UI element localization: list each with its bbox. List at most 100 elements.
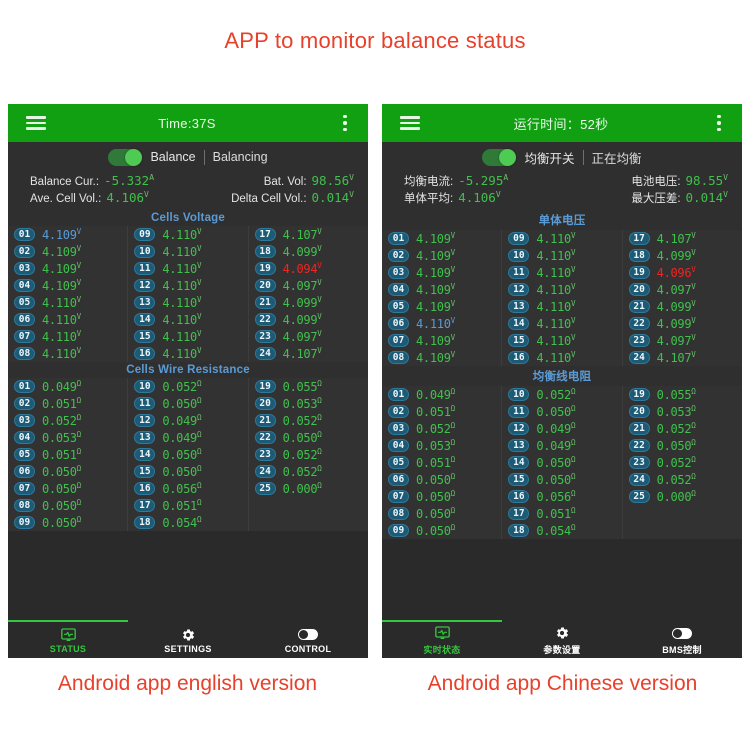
table-row[interactable]: 22 4.099V bbox=[623, 315, 742, 332]
table-row[interactable]: 09 0.050Ω bbox=[8, 514, 127, 531]
table-row[interactable]: 20 0.053Ω bbox=[249, 395, 368, 412]
table-row[interactable]: 15 4.110V bbox=[502, 332, 621, 349]
table-row[interactable]: 02 0.051Ω bbox=[382, 403, 501, 420]
table-row[interactable]: 16 0.056Ω bbox=[502, 488, 621, 505]
table-row[interactable]: 11 0.050Ω bbox=[128, 395, 247, 412]
table-row[interactable]: 01 4.109V bbox=[8, 226, 127, 243]
table-row[interactable]: 21 4.099V bbox=[249, 294, 368, 311]
table-row[interactable]: 14 4.110V bbox=[128, 311, 247, 328]
table-row[interactable]: 06 4.110V bbox=[382, 315, 501, 332]
table-row[interactable]: 03 4.109V bbox=[8, 260, 127, 277]
table-row[interactable]: 22 0.050Ω bbox=[623, 437, 742, 454]
table-row[interactable]: 21 0.052Ω bbox=[623, 420, 742, 437]
table-row[interactable]: 24 4.107V bbox=[249, 345, 368, 362]
table-row[interactable]: 18 0.054Ω bbox=[128, 514, 247, 531]
table-row[interactable]: 23 4.097V bbox=[623, 332, 742, 349]
table-row[interactable]: 17 4.107V bbox=[623, 230, 742, 247]
table-row[interactable]: 13 4.110V bbox=[128, 294, 247, 311]
table-row[interactable]: 18 4.099V bbox=[623, 247, 742, 264]
table-row[interactable]: 17 4.107V bbox=[249, 226, 368, 243]
table-row[interactable]: 20 0.053Ω bbox=[623, 403, 742, 420]
table-row[interactable]: 03 0.052Ω bbox=[8, 412, 127, 429]
table-row[interactable]: 03 4.109V bbox=[382, 264, 501, 281]
table-row[interactable]: 10 0.052Ω bbox=[502, 386, 621, 403]
table-row[interactable]: 04 0.053Ω bbox=[382, 437, 501, 454]
hamburger-icon[interactable] bbox=[390, 116, 430, 130]
table-row[interactable]: 23 0.052Ω bbox=[623, 454, 742, 471]
table-row[interactable]: 20 4.097V bbox=[249, 277, 368, 294]
table-row[interactable]: 06 0.050Ω bbox=[382, 471, 501, 488]
table-row[interactable]: 08 0.050Ω bbox=[382, 505, 501, 522]
nav-item-1[interactable]: 实时状态 bbox=[382, 622, 502, 658]
table-row[interactable]: 11 0.050Ω bbox=[502, 403, 621, 420]
nav-item-2[interactable]: 参数设置 bbox=[502, 622, 622, 658]
nav-item-1[interactable]: STATUS bbox=[8, 622, 128, 658]
table-row[interactable]: 10 4.110V bbox=[502, 247, 621, 264]
table-row[interactable]: 19 0.055Ω bbox=[249, 378, 368, 395]
table-row[interactable]: 09 0.050Ω bbox=[382, 522, 501, 539]
table-row[interactable]: 15 4.110V bbox=[128, 328, 247, 345]
table-row[interactable]: 01 0.049Ω bbox=[382, 386, 501, 403]
kebab-menu-icon[interactable] bbox=[328, 114, 362, 132]
table-row[interactable]: 17 0.051Ω bbox=[128, 497, 247, 514]
table-row[interactable]: 05 0.051Ω bbox=[382, 454, 501, 471]
table-row[interactable]: 20 4.097V bbox=[623, 281, 742, 298]
table-row[interactable]: 14 0.050Ω bbox=[502, 454, 621, 471]
table-row[interactable]: 02 0.051Ω bbox=[8, 395, 127, 412]
table-row[interactable]: 23 4.097V bbox=[249, 328, 368, 345]
table-row[interactable]: 22 0.050Ω bbox=[249, 429, 368, 446]
table-row[interactable]: 16 0.056Ω bbox=[128, 480, 247, 497]
table-row[interactable]: 25 0.000Ω bbox=[249, 480, 368, 497]
nav-item-3[interactable]: BMS控制 bbox=[622, 622, 742, 658]
table-row[interactable]: 21 0.052Ω bbox=[249, 412, 368, 429]
table-row[interactable]: 02 4.109V bbox=[382, 247, 501, 264]
table-row[interactable]: 09 4.110V bbox=[128, 226, 247, 243]
balance-switch[interactable] bbox=[108, 148, 143, 166]
table-row[interactable]: 10 4.110V bbox=[128, 243, 247, 260]
table-row[interactable]: 12 4.110V bbox=[502, 281, 621, 298]
table-row[interactable]: 08 4.110V bbox=[8, 345, 127, 362]
table-row[interactable]: 05 4.110V bbox=[8, 294, 127, 311]
table-row[interactable]: 15 0.050Ω bbox=[128, 463, 247, 480]
table-row[interactable]: 19 0.055Ω bbox=[623, 386, 742, 403]
table-row[interactable]: 07 4.110V bbox=[8, 328, 127, 345]
table-row[interactable]: 18 4.099V bbox=[249, 243, 368, 260]
kebab-menu-icon[interactable] bbox=[702, 114, 736, 132]
table-row[interactable]: 12 0.049Ω bbox=[502, 420, 621, 437]
table-row[interactable]: 19 4.096V bbox=[623, 264, 742, 281]
table-row[interactable]: 24 0.052Ω bbox=[249, 463, 368, 480]
table-row[interactable]: 10 0.052Ω bbox=[128, 378, 247, 395]
table-row[interactable]: 12 0.049Ω bbox=[128, 412, 247, 429]
table-row[interactable]: 04 4.109V bbox=[8, 277, 127, 294]
table-row[interactable]: 15 0.050Ω bbox=[502, 471, 621, 488]
table-row[interactable]: 11 4.110V bbox=[128, 260, 247, 277]
table-row[interactable]: 18 0.054Ω bbox=[502, 522, 621, 539]
table-row[interactable]: 06 0.050Ω bbox=[8, 463, 127, 480]
table-row[interactable]: 05 0.051Ω bbox=[8, 446, 127, 463]
table-row[interactable]: 04 4.109V bbox=[382, 281, 501, 298]
table-row[interactable]: 24 0.052Ω bbox=[623, 471, 742, 488]
table-row[interactable]: 02 4.109V bbox=[8, 243, 127, 260]
table-row[interactable]: 23 0.052Ω bbox=[249, 446, 368, 463]
table-row[interactable]: 25 0.000Ω bbox=[623, 488, 742, 505]
table-row[interactable]: 16 4.110V bbox=[502, 349, 621, 366]
balance-switch[interactable] bbox=[482, 148, 517, 166]
table-row[interactable]: 07 0.050Ω bbox=[8, 480, 127, 497]
table-row[interactable]: 06 4.110V bbox=[8, 311, 127, 328]
table-row[interactable]: 07 0.050Ω bbox=[382, 488, 501, 505]
table-row[interactable]: 09 4.110V bbox=[502, 230, 621, 247]
table-row[interactable]: 01 0.049Ω bbox=[8, 378, 127, 395]
table-row[interactable]: 03 0.052Ω bbox=[382, 420, 501, 437]
nav-item-3[interactable]: CONTROL bbox=[248, 622, 368, 658]
table-row[interactable]: 14 0.050Ω bbox=[128, 446, 247, 463]
table-row[interactable]: 13 0.049Ω bbox=[128, 429, 247, 446]
table-row[interactable]: 21 4.099V bbox=[623, 298, 742, 315]
table-row[interactable]: 13 4.110V bbox=[502, 298, 621, 315]
table-row[interactable]: 16 4.110V bbox=[128, 345, 247, 362]
table-row[interactable]: 17 0.051Ω bbox=[502, 505, 621, 522]
table-row[interactable]: 05 4.109V bbox=[382, 298, 501, 315]
nav-item-2[interactable]: SETTINGS bbox=[128, 622, 248, 658]
table-row[interactable]: 13 0.049Ω bbox=[502, 437, 621, 454]
table-row[interactable]: 24 4.107V bbox=[623, 349, 742, 366]
table-row[interactable]: 12 4.110V bbox=[128, 277, 247, 294]
